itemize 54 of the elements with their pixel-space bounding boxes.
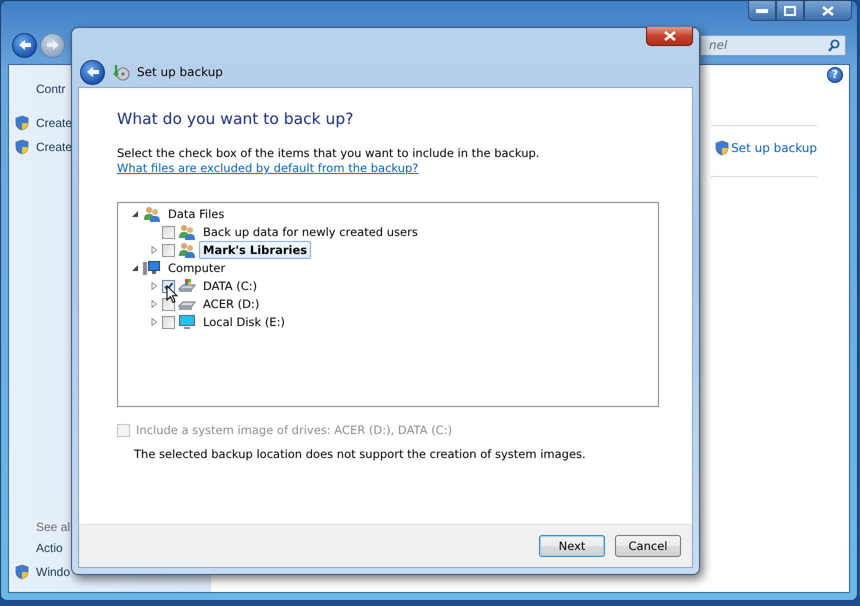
tree-item[interactable]: Local Disk (E:) bbox=[199, 313, 289, 331]
instruction-text: Select the check box of the items that you want to include in the backup. What files are excluded by default from the backup? bbox=[117, 146, 540, 176]
checkbox[interactable] bbox=[162, 316, 175, 328]
users-icon bbox=[143, 206, 161, 222]
page-heading: What do you want to back up? bbox=[117, 110, 354, 128]
expander-icon[interactable] bbox=[131, 210, 139, 218]
search-icon bbox=[828, 38, 840, 52]
back-arrow-icon bbox=[86, 66, 100, 78]
sidebar-link[interactable]: Actio bbox=[36, 541, 63, 555]
users-icon bbox=[178, 242, 196, 258]
see-also-heading: See al bbox=[35, 520, 72, 534]
minimize-button[interactable] bbox=[748, 1, 776, 21]
maximize-button[interactable] bbox=[776, 1, 804, 21]
forward-arrow-icon bbox=[46, 39, 60, 51]
monitor-icon bbox=[178, 314, 196, 330]
cursor-icon bbox=[166, 285, 178, 304]
backup-icon bbox=[112, 63, 130, 81]
cancel-button[interactable]: Cancel bbox=[615, 535, 681, 557]
tree-item[interactable]: Mark's Libraries bbox=[199, 241, 312, 259]
note-text: The selected backup location does not support the creation of system images. bbox=[134, 447, 587, 461]
computer-icon bbox=[143, 260, 161, 276]
excluded-files-link[interactable]: What files are excluded by default from the backup? bbox=[117, 161, 418, 175]
close-icon bbox=[664, 31, 676, 41]
search-field[interactable]: nel bbox=[700, 34, 846, 56]
tree-item[interactable]: Back up data for newly created users bbox=[199, 223, 422, 241]
users-icon bbox=[178, 224, 196, 240]
sidebar-link[interactable]: Create bbox=[36, 116, 72, 130]
shield-icon bbox=[15, 115, 29, 131]
checkbox[interactable] bbox=[162, 226, 175, 238]
maximize-icon bbox=[784, 6, 796, 16]
tree-item[interactable]: Computer bbox=[164, 259, 230, 277]
sidebar-link[interactable]: Contr bbox=[36, 82, 66, 96]
shield-icon bbox=[715, 140, 730, 156]
minimize-icon bbox=[756, 8, 768, 14]
set-up-backup-link[interactable]: Set up backup bbox=[731, 141, 817, 155]
back-arrow-icon bbox=[18, 39, 32, 51]
next-button[interactable]: Next bbox=[539, 535, 605, 557]
tree-item[interactable]: DATA (C:) bbox=[199, 277, 262, 295]
back-button[interactable] bbox=[80, 60, 105, 84]
checkbox-label: Include a system image of drives: ACER (D:), DATA (C:) bbox=[136, 423, 452, 437]
shield-icon bbox=[15, 564, 29, 580]
sidebar-link[interactable]: Windo bbox=[36, 565, 70, 579]
close-button[interactable] bbox=[804, 1, 852, 21]
expander-icon[interactable] bbox=[131, 264, 139, 272]
drive-icon bbox=[178, 278, 196, 294]
back-button[interactable] bbox=[12, 32, 37, 58]
tree-item[interactable]: Data Files bbox=[164, 205, 228, 223]
dialog-title: Set up backup bbox=[137, 65, 223, 79]
checkbox[interactable] bbox=[162, 244, 175, 256]
close-button[interactable] bbox=[646, 27, 693, 46]
sidebar-link[interactable]: Create bbox=[36, 140, 72, 154]
shield-icon bbox=[15, 139, 29, 155]
tree-item[interactable]: ACER (D:) bbox=[199, 295, 264, 313]
close-icon bbox=[822, 6, 834, 16]
